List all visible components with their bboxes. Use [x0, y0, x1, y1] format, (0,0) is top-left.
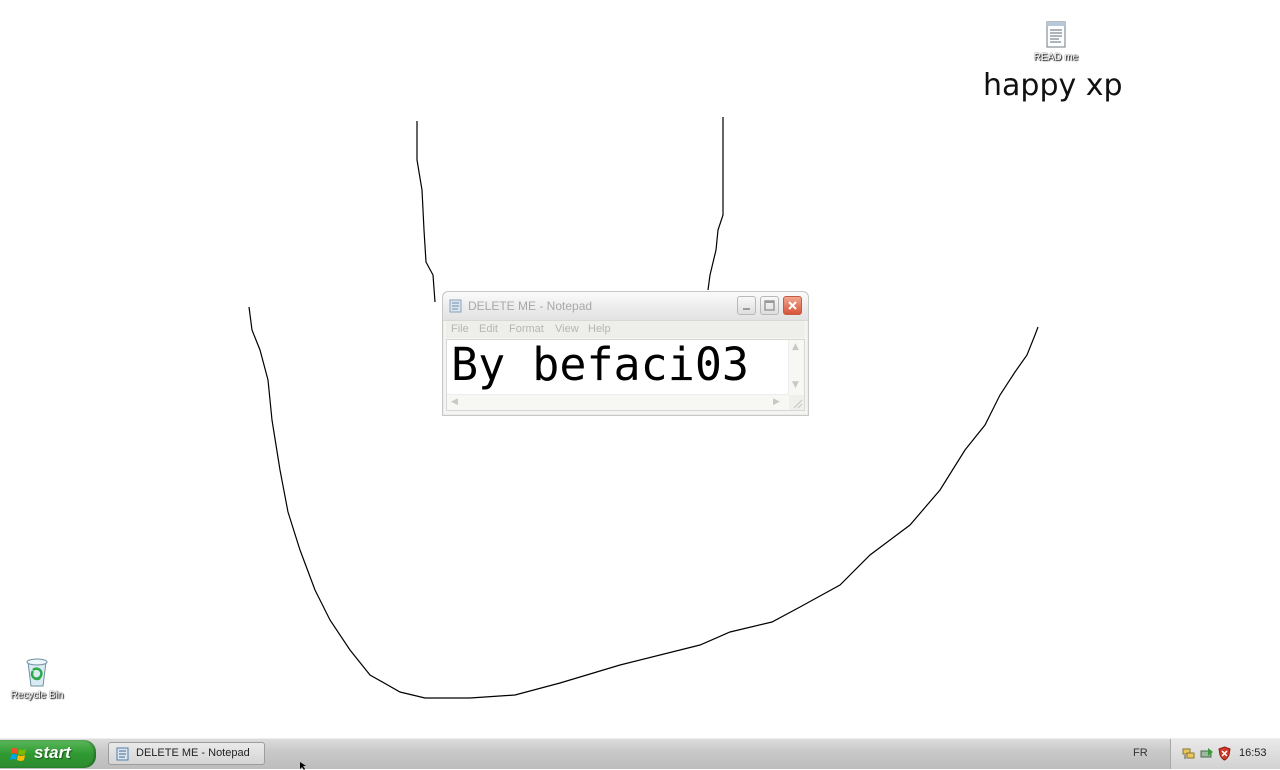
recycle-bin-icon	[26, 658, 48, 687]
safely-remove-icon[interactable]	[1199, 746, 1214, 761]
maximize-button[interactable]	[760, 296, 779, 315]
close-icon	[788, 301, 797, 310]
resize-grip[interactable]	[789, 395, 804, 410]
text-document-icon	[1046, 21, 1066, 48]
menu-edit[interactable]: Edit	[479, 323, 498, 335]
scroll-up-icon[interactable]: ▲	[792, 342, 799, 352]
desktop-overlay-text: happy xp	[983, 68, 1123, 103]
windows-logo-icon	[10, 748, 26, 761]
network-icon[interactable]	[1181, 746, 1196, 761]
start-label: start	[34, 743, 71, 762]
resize-grip-icon	[793, 399, 803, 409]
desktop-icon-recycle-bin[interactable]: Recycle Bin	[1, 656, 73, 701]
minimize-button[interactable]	[737, 296, 756, 315]
clock[interactable]: 16:53	[1239, 747, 1267, 759]
scroll-left-icon[interactable]: ◀	[451, 397, 458, 407]
menu-help[interactable]: Help	[588, 323, 611, 335]
taskbar-button-label: DELETE ME - Notepad	[136, 747, 250, 759]
security-shield-icon[interactable]	[1217, 746, 1232, 761]
menu-format[interactable]: Format	[509, 323, 544, 335]
horizontal-scrollbar[interactable]: ◀ ▶	[447, 394, 789, 410]
desktop[interactable]: READ me happy xp Recycle Bin DELETE ME -…	[0, 0, 1280, 738]
notepad-window[interactable]: DELETE ME - Notepad File Edit Format Vie…	[442, 291, 809, 416]
desktop-icon-label: READ me	[1033, 52, 1079, 63]
text-editor-area[interactable]: By befaci03 ▲ ▼ ◀ ▶	[446, 339, 805, 411]
desktop-icon-label: Recycle Bin	[10, 690, 64, 701]
scroll-right-icon[interactable]: ▶	[773, 397, 780, 407]
scroll-down-icon[interactable]: ▼	[792, 380, 799, 390]
notepad-icon	[116, 747, 129, 761]
language-indicator[interactable]: FR	[1133, 747, 1148, 759]
menu-file[interactable]: File	[451, 323, 469, 335]
desktop-icon-readme[interactable]: READ me	[1020, 20, 1092, 63]
menu-bar: File Edit Format View Help	[446, 321, 805, 338]
menu-view[interactable]: View	[555, 323, 579, 335]
taskbar: start DELETE ME - Notepad FR 16:53	[0, 738, 1280, 769]
maximize-icon	[764, 300, 775, 311]
close-button[interactable]	[783, 296, 802, 315]
notepad-icon	[449, 299, 462, 313]
vertical-scrollbar[interactable]: ▲ ▼	[788, 340, 804, 395]
minimize-icon	[743, 308, 750, 310]
start-button[interactable]: start	[0, 740, 96, 768]
mouse-cursor-icon	[300, 762, 306, 770]
editor-content: By befaci03	[451, 339, 750, 391]
system-tray: 16:53	[1170, 739, 1280, 769]
taskbar-button-notepad[interactable]: DELETE ME - Notepad	[108, 742, 265, 765]
window-title: DELETE ME - Notepad	[468, 299, 593, 313]
notepad-titlebar[interactable]: DELETE ME - Notepad	[443, 292, 808, 321]
